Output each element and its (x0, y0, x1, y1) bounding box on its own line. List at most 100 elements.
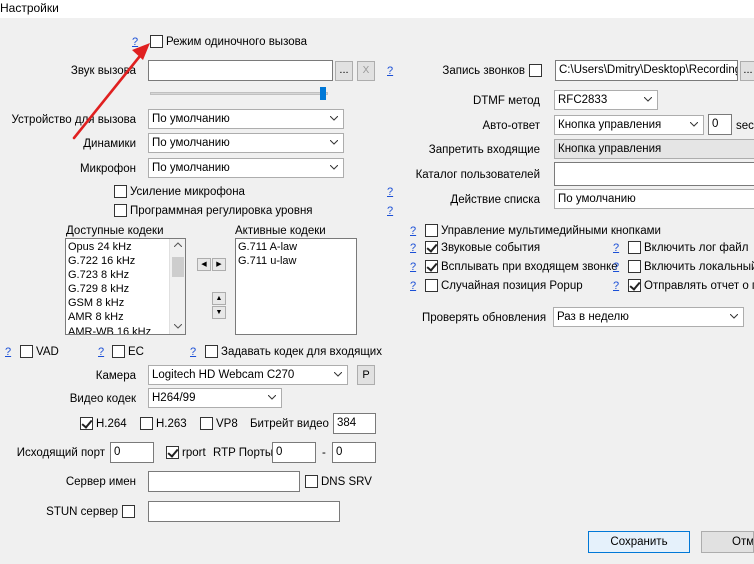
chevron-up-icon[interactable] (174, 242, 182, 247)
active-codecs-list[interactable]: G.711 A-law G.711 u-law (235, 238, 357, 335)
help-link-sound-events[interactable]: ? (410, 241, 416, 255)
rtp-port-to-input[interactable]: 0 (332, 442, 376, 463)
cancel-button[interactable]: Отм (701, 531, 754, 553)
ring-sound-input[interactable] (148, 60, 333, 81)
ec-label: EC (128, 346, 144, 358)
camera-value: Logitech HD Webcam C270 (152, 369, 295, 381)
scrollbar-thumb[interactable] (172, 257, 184, 277)
stun-checkbox[interactable] (122, 505, 135, 518)
active-codec-item[interactable]: G.711 u-law (238, 254, 354, 268)
save-button[interactable]: Сохранить (588, 531, 690, 553)
mic-boost-checkbox[interactable] (114, 185, 127, 198)
active-codec-item[interactable]: G.711 A-law (238, 240, 354, 254)
available-codec-item[interactable]: AMR 8 kHz (68, 310, 183, 324)
help-link-vad[interactable]: ? (5, 345, 11, 359)
available-codec-item[interactable]: G.722 16 kHz (68, 254, 183, 268)
auto-answer-seconds-input[interactable]: 0 (708, 114, 732, 135)
chevron-down-icon (334, 372, 342, 377)
stun-input[interactable] (148, 501, 340, 522)
list-action-value: По умолчанию (558, 193, 636, 205)
h263-label: H.263 (156, 418, 187, 430)
recording-checkbox[interactable] (529, 64, 542, 77)
h264-label: H.264 (96, 418, 127, 430)
stun-label: STUN сервер (46, 506, 118, 518)
enable-local-checkbox[interactable] (628, 260, 641, 273)
move-right-button[interactable]: ▶ (212, 258, 226, 271)
rport-label: rport (182, 447, 206, 459)
ring-sound-browse-button[interactable]: ... (335, 61, 353, 81)
dns-srv-checkbox[interactable] (305, 475, 318, 488)
out-port-input[interactable]: 0 (110, 442, 154, 463)
rtp-port-from-input[interactable]: 0 (272, 442, 316, 463)
available-codec-item[interactable]: G.723 8 kHz (68, 268, 183, 282)
chevron-down-icon (268, 395, 276, 400)
call-device-value: По умолчанию (152, 113, 230, 125)
move-left-button[interactable]: ◀ (197, 258, 211, 271)
video-codec-value: H264/99 (152, 392, 196, 404)
vp8-checkbox[interactable] (200, 417, 213, 430)
h264-checkbox[interactable] (80, 417, 93, 430)
vp8-label: VP8 (216, 418, 238, 430)
call-device-select[interactable]: По умолчанию (148, 109, 344, 129)
auto-answer-label: Авто-ответ (482, 120, 540, 132)
video-bitrate-input[interactable]: 384 (333, 413, 376, 434)
help-link-software-level[interactable]: ? (387, 204, 393, 218)
rtp-ports-label: RTP Порты (213, 447, 274, 459)
software-level-checkbox[interactable] (114, 204, 127, 217)
list-action-select[interactable]: По умолчанию (554, 189, 754, 209)
volume-slider-track[interactable] (150, 92, 328, 95)
popup-incoming-checkbox[interactable] (425, 260, 438, 273)
chevron-down-icon (330, 140, 338, 145)
chevron-down-icon[interactable] (174, 324, 182, 329)
help-link-ec[interactable]: ? (98, 345, 104, 359)
random-popup-checkbox[interactable] (425, 279, 438, 292)
available-codec-item[interactable]: AMR-WB 16 kHz (68, 325, 183, 334)
help-link-enable-log[interactable]: ? (613, 241, 619, 255)
check-updates-select[interactable]: Раз в неделю (553, 307, 744, 327)
deny-incoming-select[interactable]: Кнопка управления (554, 139, 754, 159)
help-link-ring-sound[interactable]: ? (387, 64, 393, 78)
speakers-select[interactable]: По умолчанию (148, 133, 344, 153)
ec-checkbox[interactable] (112, 345, 125, 358)
check-updates-value: Раз в неделю (557, 311, 629, 323)
video-codec-select[interactable]: H264/99 (148, 388, 282, 408)
help-link-incoming-codec[interactable]: ? (190, 345, 196, 359)
camera-properties-button[interactable]: P (357, 365, 375, 385)
sound-events-checkbox[interactable] (425, 241, 438, 254)
ring-sound-clear-button[interactable]: X (357, 61, 375, 81)
dtmf-label: DTMF метод (472, 95, 540, 107)
h263-checkbox[interactable] (140, 417, 153, 430)
move-down-button[interactable]: ▼ (212, 306, 226, 319)
incoming-codec-label: Задавать кодек для входящих (221, 346, 382, 358)
help-link-enable-local[interactable]: ? (613, 260, 619, 274)
help-link-random-popup[interactable]: ? (410, 279, 416, 293)
microphone-select[interactable]: По умолчанию (148, 158, 344, 178)
chevron-down-icon (330, 165, 338, 170)
help-link-mic-boost[interactable]: ? (387, 185, 393, 199)
help-link-popup-incoming[interactable]: ? (410, 260, 416, 274)
auto-answer-select[interactable]: Кнопка управления (554, 115, 704, 135)
help-link-send-report[interactable]: ? (613, 279, 619, 293)
enable-log-checkbox[interactable] (628, 241, 641, 254)
available-codecs-scrollbar[interactable] (169, 239, 185, 334)
dtmf-select[interactable]: RFC2833 (554, 90, 658, 110)
camera-select[interactable]: Logitech HD Webcam C270 (148, 365, 348, 385)
recording-path-input[interactable]: C:\Users\Dmitry\Desktop\Recordings (555, 60, 738, 81)
available-codec-item[interactable]: G.729 8 kHz (68, 282, 183, 296)
available-codec-item[interactable]: GSM 8 kHz (68, 296, 183, 310)
out-port-label: Исходящий порт (16, 447, 105, 459)
incoming-codec-checkbox[interactable] (205, 345, 218, 358)
vad-checkbox[interactable] (20, 345, 33, 358)
available-codecs-list[interactable]: Opus 24 kHz G.722 16 kHz G.723 8 kHz G.729 … (65, 238, 186, 335)
send-report-checkbox[interactable] (628, 279, 641, 292)
server-name-input[interactable] (148, 471, 300, 492)
rport-checkbox[interactable] (166, 446, 179, 459)
user-directory-input[interactable] (554, 162, 754, 186)
microphone-value: По умолчанию (152, 162, 230, 174)
mm-buttons-checkbox[interactable] (425, 224, 438, 237)
available-codec-item[interactable]: Opus 24 kHz (68, 240, 183, 254)
recording-browse-button[interactable]: ... (740, 61, 754, 81)
move-up-button[interactable]: ▲ (212, 292, 226, 305)
help-link-mm-buttons[interactable]: ? (410, 224, 416, 238)
volume-slider-thumb[interactable] (320, 87, 326, 100)
